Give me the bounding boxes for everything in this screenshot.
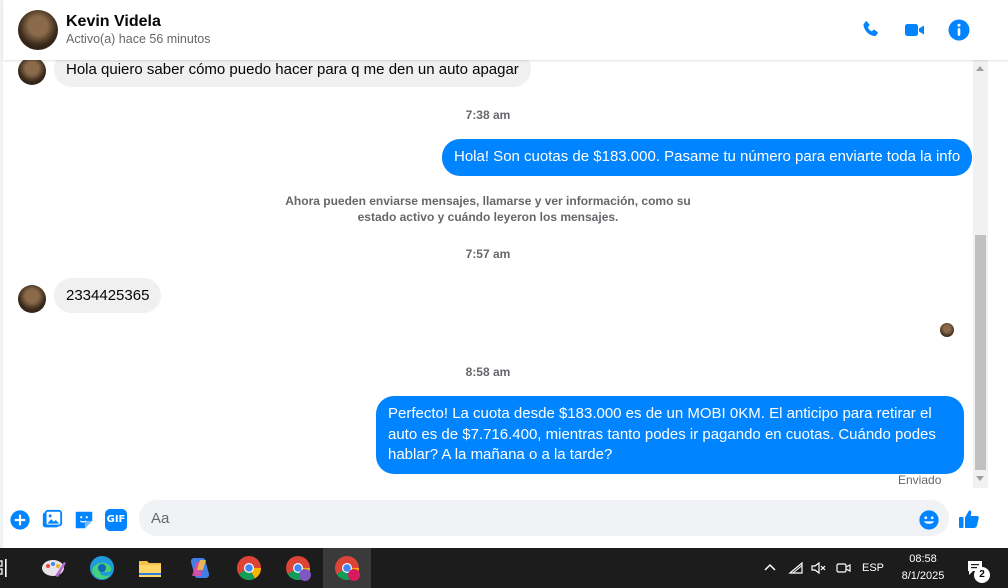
delivery-status: Enviado	[898, 473, 942, 487]
emoji-icon[interactable]	[918, 509, 940, 531]
clock-date[interactable]: 8/1/2025	[898, 570, 948, 582]
video-call-icon[interactable]	[903, 18, 927, 42]
message-outgoing[interactable]: Perfecto! La cuota desde $183.000 es de …	[376, 396, 964, 474]
sticker-icon[interactable]	[73, 509, 95, 531]
timestamp: 7:38 am	[465, 108, 511, 122]
meet-now-icon[interactable]	[835, 560, 851, 576]
composer-bar: GIF Aa	[3, 490, 1008, 548]
edge-icon[interactable]	[88, 554, 116, 582]
privacy-notice: Ahora pueden enviarse mensajes, llamarse…	[285, 194, 691, 224]
message-incoming[interactable]: 2334425365	[54, 278, 162, 313]
clock-time[interactable]: 08:58	[907, 553, 939, 565]
scroll-up-arrow-icon[interactable]	[976, 66, 984, 71]
chrome-profile-icon[interactable]	[284, 554, 312, 582]
speaker-muted-icon[interactable]	[810, 560, 826, 576]
window-edge	[988, 60, 1008, 548]
file-explorer-icon[interactable]	[136, 554, 164, 582]
image-icon[interactable]	[41, 509, 63, 531]
scrollbar-thumb[interactable]	[975, 235, 986, 470]
message-input-placeholder: Aa	[151, 510, 170, 527]
contact-name[interactable]: Kevin Videla	[66, 13, 161, 31]
messenger-window: Kevin Videla Activo(a) hace 56 minutos H…	[0, 0, 1008, 548]
chrome-icon[interactable]	[235, 554, 263, 582]
contact-avatar-small	[18, 60, 46, 85]
timestamp: 7:57 am	[465, 247, 511, 261]
language-indicator[interactable]: ESP	[862, 562, 884, 574]
message-incoming[interactable]: Hola quiero saber cómo puedo hacer para …	[54, 60, 531, 87]
add-icon[interactable]	[9, 509, 31, 531]
contact-status: Activo(a) hace 56 minutos	[66, 32, 211, 46]
chat-header: Kevin Videla Activo(a) hace 56 minutos	[3, 0, 1008, 60]
message-list[interactable]: Hola quiero saber cómo puedo hacer para …	[3, 60, 973, 490]
contact-avatar[interactable]	[18, 10, 58, 50]
task-view-icon[interactable]	[0, 559, 10, 577]
chevron-up-icon[interactable]	[762, 560, 778, 576]
windows-taskbar: ESP 08:58 8/1/2025 2	[0, 548, 1008, 588]
info-icon[interactable]	[947, 18, 971, 42]
gif-icon[interactable]: GIF	[105, 509, 127, 531]
timestamp: 8:58 am	[465, 365, 511, 379]
phone-icon[interactable]	[859, 18, 883, 42]
like-icon[interactable]	[957, 507, 981, 531]
scroll-down-arrow-icon[interactable]	[976, 476, 984, 481]
contact-avatar-small	[18, 285, 46, 313]
notification-count-badge: 2	[974, 567, 990, 583]
message-input[interactable]: Aa	[139, 500, 949, 536]
message-scrollbar[interactable]	[973, 60, 988, 488]
seen-indicator-avatar	[940, 323, 954, 337]
wifi-icon[interactable]	[788, 560, 804, 576]
paint-icon[interactable]	[40, 554, 68, 582]
chrome-active-icon[interactable]	[333, 554, 361, 582]
message-outgoing[interactable]: Hola! Son cuotas de $183.000. Pasame tu …	[442, 139, 973, 176]
copilot-icon[interactable]	[186, 554, 214, 582]
